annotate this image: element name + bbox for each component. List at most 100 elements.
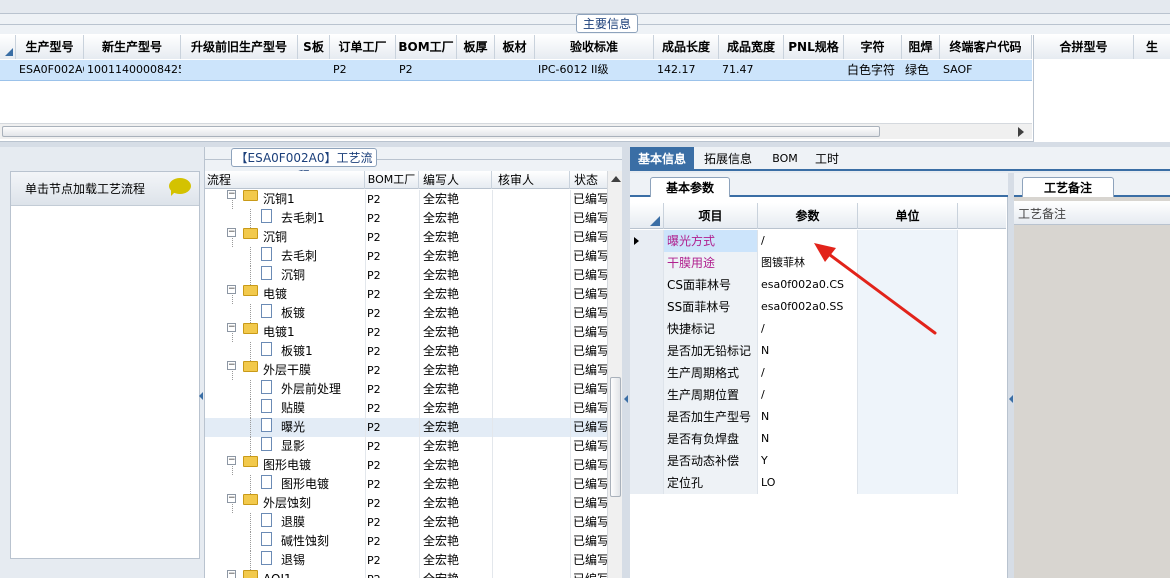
collapse-toggle-icon[interactable]: − [227,285,236,294]
list-item[interactable]: − 外层干膜 P2 全宏艳 已编写 [205,361,607,380]
param-unit[interactable] [858,428,958,450]
collapse-toggle-icon[interactable]: − [227,570,236,578]
collapse-toggle-icon[interactable]: − [227,323,236,332]
list-item[interactable]: 去毛刺1 P2 全宏艳 已编写 [205,209,607,228]
tab-work-hours[interactable]: 工时 [808,147,846,171]
col-header-11[interactable]: PNL规格 [784,35,844,59]
flow-col-header-4[interactable]: 状态 [570,171,607,189]
row-selector[interactable] [630,318,664,340]
table-row[interactable]: 是否有负焊盘 N [630,428,1006,450]
row-selector[interactable] [630,296,664,318]
row-selector[interactable] [630,362,664,384]
col-header-merge-model[interactable]: 合拼型号 [1034,35,1134,59]
param-value[interactable]: N [758,428,858,450]
col-header-4[interactable]: 订单工厂 [330,35,396,59]
list-item[interactable]: 外层前处理 P2 全宏艳 已编写 [205,380,607,399]
vertical-splitter[interactable] [622,147,630,578]
list-item[interactable]: − 外层蚀刻 P2 全宏艳 已编写 [205,494,607,513]
row-selector[interactable] [630,406,664,428]
col-header-13[interactable]: 阻焊 [902,35,940,59]
row-selector[interactable] [630,340,664,362]
table-row[interactable]: 定位孔 LO [630,472,1006,494]
list-item[interactable]: 图形电镀 P2 全宏艳 已编写 [205,475,607,494]
list-item[interactable]: − AOI1 P2 全宏艳 已编写 [205,570,607,578]
tab-process-notes[interactable]: 工艺备注 [1022,177,1114,197]
list-item[interactable]: 去毛刺 P2 全宏艳 已编写 [205,247,607,266]
collapse-toggle-icon[interactable]: − [227,494,236,503]
params-col-header-unit[interactable]: 单位 [858,203,958,229]
list-item[interactable]: − 沉铜 P2 全宏艳 已编写 [205,228,607,247]
load-flow-header[interactable]: 单击节点加载工艺流程 [11,172,199,206]
list-item[interactable]: 显影 P2 全宏艳 已编写 [205,437,607,456]
col-header-12[interactable]: 字符 [844,35,902,59]
table-row[interactable]: 是否加生产型号 N [630,406,1006,428]
collapse-toggle-icon[interactable]: − [227,190,236,199]
list-item[interactable]: 退锡 P2 全宏艳 已编写 [205,551,607,570]
param-value[interactable]: / [758,362,858,384]
col-header-3[interactable]: S板 [298,35,330,59]
params-col-header-value[interactable]: 参数 [758,203,858,229]
collapse-toggle-icon[interactable]: − [227,361,236,370]
row-selector[interactable] [630,450,664,472]
scroll-right-icon[interactable] [1018,127,1024,137]
list-item[interactable]: 退膜 P2 全宏艳 已编写 [205,513,607,532]
param-value[interactable]: / [758,384,858,406]
param-value[interactable]: Y [758,450,858,472]
row-selector[interactable] [630,472,664,494]
flow-col-header-0[interactable]: 流程 [207,171,365,189]
table-row[interactable]: 生产周期位置 / [630,384,1006,406]
collapse-toggle-icon[interactable]: − [227,228,236,237]
col-header-2[interactable]: 升级前旧生产型号 [181,35,298,59]
row-selector[interactable] [630,230,664,252]
param-unit[interactable] [858,384,958,406]
row-selector[interactable] [630,252,664,274]
flow-col-header-1[interactable]: BOM工厂 [365,171,419,189]
col-header-6[interactable]: 板厚 [457,35,495,59]
list-item[interactable]: 沉铜 P2 全宏艳 已编写 [205,266,607,285]
col-header-7[interactable]: 板材 [495,35,535,59]
params-col-header-item[interactable]: 项目 [664,203,758,229]
tab-basic-info[interactable]: 基本信息 [630,147,694,171]
col-header-10[interactable]: 成品宽度 [719,35,784,59]
list-item[interactable]: 碱性蚀刻 P2 全宏艳 已编写 [205,532,607,551]
list-item[interactable]: − 图形电镀 P2 全宏艳 已编写 [205,456,607,475]
list-item[interactable]: − 沉铜1 P2 全宏艳 已编写 [205,190,607,209]
row-selector[interactable] [630,274,664,296]
row-selector[interactable] [630,428,664,450]
tab-extended-info[interactable]: 拓展信息 [696,147,760,171]
col-header-0[interactable]: 生产型号 [16,35,84,59]
param-unit[interactable] [858,362,958,384]
col-header-8[interactable]: 验收标准 [535,35,654,59]
tab-bom[interactable]: BOM [764,147,806,171]
param-unit[interactable] [858,472,958,494]
list-item[interactable]: 贴膜 P2 全宏艳 已编写 [205,399,607,418]
scrollbar-thumb[interactable] [2,126,880,137]
list-item[interactable]: 曝光 P2 全宏艳 已编写 [205,418,607,437]
flow-col-header-3[interactable]: 核审人 [492,171,570,189]
col-header-5[interactable]: BOM工厂 [396,35,457,59]
param-value[interactable]: LO [758,472,858,494]
list-item[interactable]: − 电镀1 P2 全宏艳 已编写 [205,323,607,342]
left-collapse-arrow-icon[interactable] [199,392,203,400]
table-row[interactable]: 生产周期格式 / [630,362,1006,384]
list-item[interactable]: 板镀 P2 全宏艳 已编写 [205,304,607,323]
horizontal-scrollbar[interactable] [0,123,1032,139]
col-header-truncated[interactable]: 生 [1134,35,1170,59]
collapse-toggle-icon[interactable]: − [227,456,236,465]
table-row[interactable]: ESA0F002A0 10011400008425 P2 P2 IPC-6012… [0,60,1032,81]
scroll-up-icon[interactable] [611,176,621,182]
table-row[interactable]: 是否动态补偿 Y [630,450,1006,472]
subtab-basic-params[interactable]: 基本参数 [650,177,730,197]
flow-vertical-scrollbar[interactable] [607,171,623,578]
col-header-14[interactable]: 终端客户代码 [940,35,1032,59]
row-selector[interactable] [630,384,664,406]
param-unit[interactable] [858,450,958,472]
list-item[interactable]: 板镀1 P2 全宏艳 已编写 [205,342,607,361]
param-value[interactable]: N [758,406,858,428]
flow-scrollbar-thumb[interactable] [610,377,621,497]
col-header-1[interactable]: 新生产型号 [84,35,181,59]
param-unit[interactable] [858,406,958,428]
flow-col-header-2[interactable]: 编写人 [419,171,492,189]
list-item[interactable]: − 电镀 P2 全宏艳 已编写 [205,285,607,304]
col-header-9[interactable]: 成品长度 [654,35,719,59]
